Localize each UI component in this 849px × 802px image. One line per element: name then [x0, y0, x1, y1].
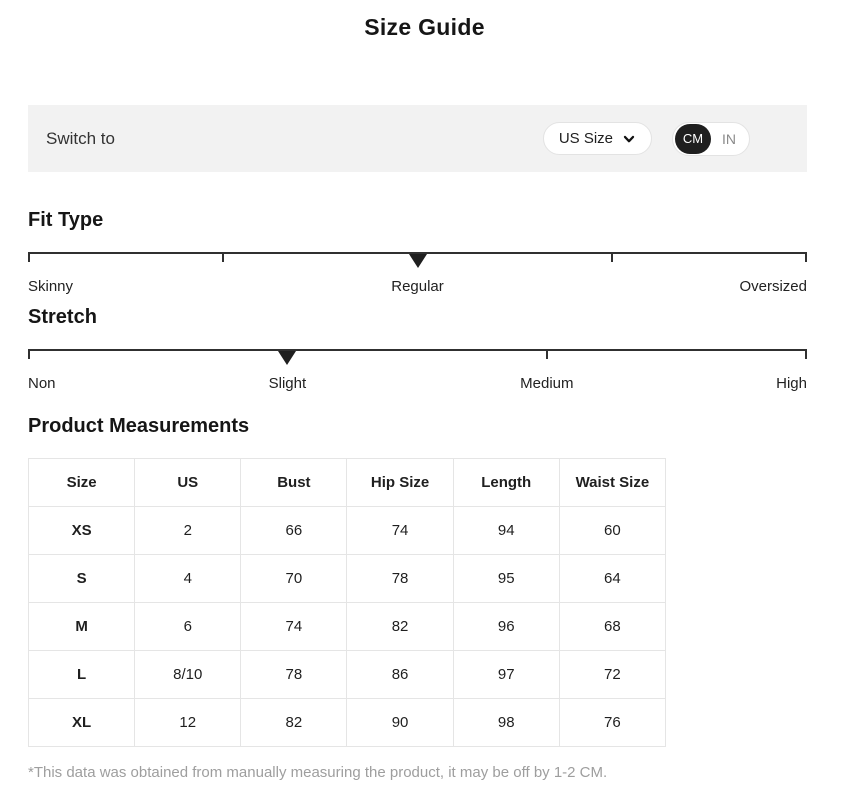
size-standard-selected: US Size [559, 130, 613, 147]
stretch-labels: Non Slight Medium High [28, 375, 807, 393]
slider-tick [222, 254, 224, 262]
measurement-cell: 95 [453, 555, 559, 603]
switch-to-label: Switch to [46, 129, 115, 149]
slider-tick [611, 254, 613, 262]
slider-label: Regular [391, 278, 444, 295]
measurement-cell: 94 [453, 507, 559, 555]
measurement-cell: 4 [135, 555, 241, 603]
slider-label: Medium [520, 375, 573, 392]
table-row: L8/1078869772 [29, 651, 666, 699]
switch-bar: Switch to US Size CM IN [28, 105, 807, 172]
slider-tick [805, 254, 807, 262]
measurement-cell: 76 [559, 699, 665, 747]
size-cell: S [29, 555, 135, 603]
unit-toggle[interactable]: CM IN [672, 122, 750, 156]
size-standard-dropdown[interactable]: US Size [543, 122, 652, 155]
slider-label: Oversized [739, 278, 807, 295]
table-row: XL1282909876 [29, 699, 666, 747]
page-title: Size Guide [0, 14, 849, 41]
measurement-cell: 66 [241, 507, 347, 555]
column-header: US [135, 459, 241, 507]
stretch-heading: Stretch [28, 306, 849, 329]
slider-marker-triangle-icon [278, 351, 296, 365]
measurement-cell: 6 [135, 603, 241, 651]
measurement-cell: 78 [241, 651, 347, 699]
slider-tick [805, 351, 807, 359]
stretch-track [28, 349, 807, 359]
fit-type-track [28, 252, 807, 262]
fit-type-slider: Skinny Regular Oversized [28, 252, 807, 296]
unit-option-cm[interactable]: CM [675, 124, 711, 154]
measurement-cell: 86 [347, 651, 453, 699]
slider-tick [28, 254, 30, 262]
measurement-cell: 8/10 [135, 651, 241, 699]
size-cell: L [29, 651, 135, 699]
measurement-cell: 72 [559, 651, 665, 699]
product-measurements-heading: Product Measurements [28, 415, 849, 438]
slider-label: Non [28, 375, 56, 392]
measurement-cell: 68 [559, 603, 665, 651]
column-header: Waist Size [559, 459, 665, 507]
measurement-cell: 74 [347, 507, 453, 555]
table-row: S470789564 [29, 555, 666, 603]
measurement-cell: 78 [347, 555, 453, 603]
measurement-cell: 98 [453, 699, 559, 747]
measurement-cell: 2 [135, 507, 241, 555]
fit-type-heading: Fit Type [28, 209, 849, 232]
measurement-cell: 12 [135, 699, 241, 747]
column-header: Length [453, 459, 559, 507]
fit-type-labels: Skinny Regular Oversized [28, 278, 807, 296]
column-header: Hip Size [347, 459, 453, 507]
measurement-cell: 82 [241, 699, 347, 747]
measurement-cell: 60 [559, 507, 665, 555]
table-header-row: SizeUSBustHip SizeLengthWaist Size [29, 459, 666, 507]
slider-label: High [776, 375, 807, 392]
slider-marker-triangle-icon [409, 254, 427, 268]
stretch-slider: Non Slight Medium High [28, 349, 807, 393]
size-cell: XS [29, 507, 135, 555]
slider-label: Slight [269, 375, 307, 392]
unit-option-in[interactable]: IN [711, 124, 747, 154]
column-header: Bust [241, 459, 347, 507]
measurement-cell: 90 [347, 699, 453, 747]
measurements-table: SizeUSBustHip SizeLengthWaist Size XS266… [28, 458, 666, 747]
switch-bar-controls: US Size CM IN [543, 122, 750, 156]
measurement-footnote: *This data was obtained from manually me… [28, 764, 849, 781]
table-row: XS266749460 [29, 507, 666, 555]
slider-label: Skinny [28, 278, 73, 295]
measurement-cell: 70 [241, 555, 347, 603]
measurement-cell: 64 [559, 555, 665, 603]
measurement-cell: 82 [347, 603, 453, 651]
slider-tick [28, 351, 30, 359]
slider-tick [546, 351, 548, 359]
table-row: M674829668 [29, 603, 666, 651]
size-cell: M [29, 603, 135, 651]
size-cell: XL [29, 699, 135, 747]
column-header: Size [29, 459, 135, 507]
measurement-cell: 97 [453, 651, 559, 699]
chevron-down-icon [622, 132, 636, 146]
measurement-cell: 74 [241, 603, 347, 651]
measurement-cell: 96 [453, 603, 559, 651]
